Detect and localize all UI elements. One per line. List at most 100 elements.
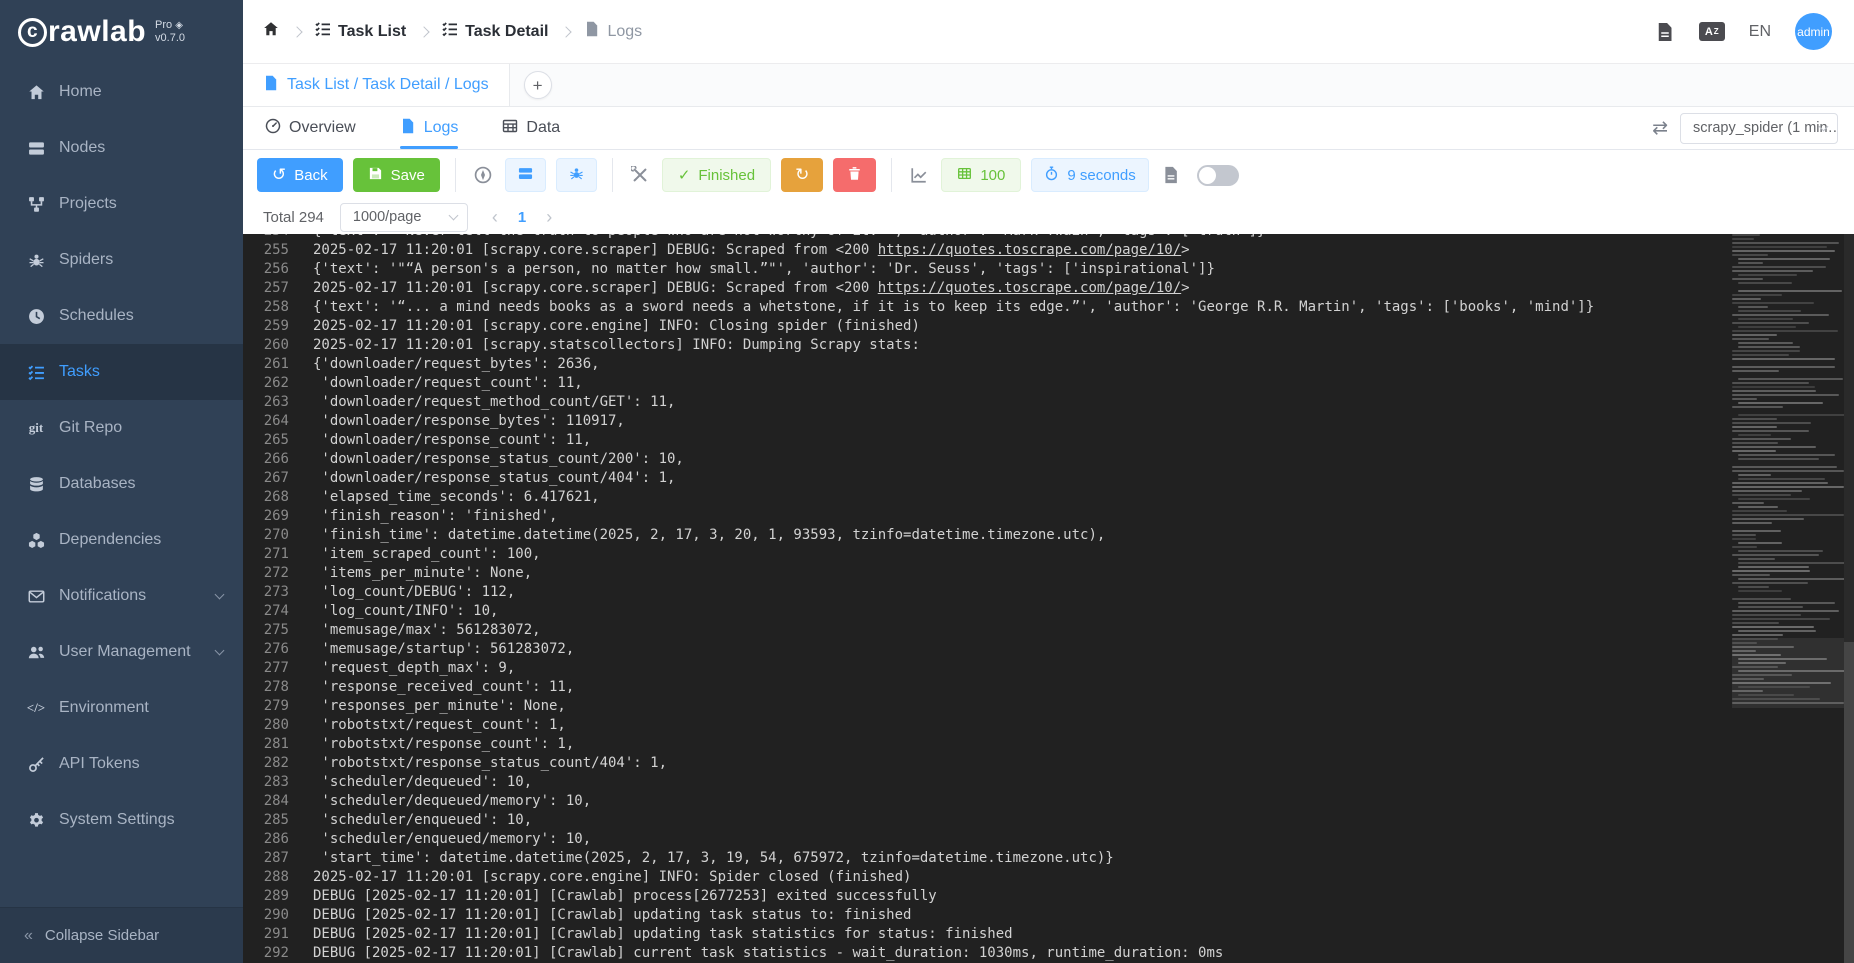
delete-button[interactable] <box>833 158 876 192</box>
minimap-line <box>1738 342 1793 344</box>
sidebar-item-projects[interactable]: Projects <box>0 176 243 232</box>
sidebar-item-home[interactable]: Home <box>0 64 243 120</box>
add-tab-button[interactable]: + <box>524 71 552 99</box>
breadcrumb-logs[interactable]: Logs <box>584 21 642 42</box>
document-icon[interactable] <box>1655 22 1675 42</box>
total-count-label: Total 294 <box>263 209 324 226</box>
line-text: 'item_scraped_count': 100, <box>313 545 541 564</box>
compass-icon[interactable] <box>471 166 495 184</box>
sidebar-menu: Home Nodes Projects Spiders Schedules Ta… <box>0 64 243 848</box>
sidebar-item-tasks[interactable]: Tasks <box>0 344 243 400</box>
minimap-line <box>1732 486 1844 488</box>
breadcrumb-task-list[interactable]: Task List <box>315 21 406 42</box>
minimap-line <box>1738 262 1763 264</box>
sidebar-item-nodes[interactable]: Nodes <box>0 120 243 176</box>
line-number: 254 <box>243 234 289 241</box>
log-line: 286 'scheduler/enqueued/memory': 10, <box>243 830 1724 849</box>
minimap-line <box>1732 366 1835 368</box>
tab-overview[interactable]: Overview <box>265 107 356 149</box>
minimap-line <box>1732 682 1831 684</box>
results-count-button[interactable]: 100 <box>941 158 1021 192</box>
minimap-line <box>1738 658 1827 660</box>
chevron-right-icon <box>561 26 572 37</box>
line-number: 273 <box>243 583 289 602</box>
sidebar-item-dependencies[interactable]: Dependencies <box>0 512 243 568</box>
sidebar-item-environment[interactable]: </> Environment <box>0 680 243 736</box>
log-line: 274 'log_count/INFO': 10, <box>243 602 1724 621</box>
node-button[interactable] <box>505 158 546 192</box>
chevron-down-icon <box>215 646 225 656</box>
sidebar-item-api-tokens[interactable]: API Tokens <box>0 736 243 792</box>
minimap[interactable] <box>1732 234 1844 963</box>
log-link[interactable]: https://quotes.toscrape.com/page/10/ <box>878 242 1181 258</box>
translate-icon[interactable]: AZ <box>1699 22 1725 41</box>
scrollbar[interactable] <box>1844 234 1854 963</box>
minimap-line <box>1732 598 1791 600</box>
collapse-sidebar-button[interactable]: « Collapse Sidebar <box>0 907 243 963</box>
save-button[interactable]: Save <box>353 158 440 192</box>
duration-button[interactable]: 9 seconds <box>1031 158 1148 192</box>
minimap-line <box>1738 630 1816 632</box>
line-text: 'request_depth_max': 9, <box>313 659 515 678</box>
line-text: DEBUG [2025-02-17 11:20:01] [Crawlab] cu… <box>313 944 1223 963</box>
tab-logs[interactable]: Logs <box>400 107 459 149</box>
spider-select[interactable]: scrapy_spider (1 min… <box>1680 113 1838 144</box>
minimap-line <box>1738 566 1809 568</box>
minimap-line <box>1732 678 1764 680</box>
scrollbar-thumb[interactable] <box>1844 642 1854 963</box>
minimap-line <box>1738 506 1778 508</box>
minimap-line <box>1732 386 1815 388</box>
log-line: 268 'elapsed_time_seconds': 6.417621, <box>243 488 1724 507</box>
language-switcher[interactable]: EN <box>1749 23 1771 41</box>
minimap-line <box>1732 438 1791 440</box>
status-finished-badge[interactable]: ✓Finished <box>662 158 771 192</box>
line-number: 286 <box>243 830 289 849</box>
line-text: 'downloader/response_bytes': 110917, <box>313 412 625 431</box>
sidebar-item-spiders[interactable]: Spiders <box>0 232 243 288</box>
page-size-select[interactable]: 1000/page <box>340 203 468 232</box>
tools-icon[interactable] <box>628 166 652 184</box>
sidebar-item-system-settings[interactable]: System Settings <box>0 792 243 848</box>
breadcrumb-task-detail[interactable]: Task Detail <box>442 21 548 42</box>
check-icon: ✓ <box>678 166 691 184</box>
tab-data[interactable]: Data <box>502 107 560 149</box>
spider-icon <box>569 166 584 185</box>
minimap-line <box>1732 690 1763 692</box>
git-icon: git <box>27 419 45 437</box>
log-console[interactable]: 254 {'text': '"Never tell the truth to p… <box>243 234 1854 963</box>
swap-icon[interactable]: ⇄ <box>1652 117 1668 140</box>
sidebar-item-user-management[interactable]: User Management <box>0 624 243 680</box>
minimap-line <box>1732 322 1809 324</box>
next-page-button[interactable]: › <box>546 208 552 226</box>
breadcrumb-home[interactable] <box>263 21 279 42</box>
sidebar-item-schedules[interactable]: Schedules <box>0 288 243 344</box>
minimap-line <box>1732 330 1838 332</box>
gem-icon: ◈ <box>175 20 183 31</box>
minimap-line <box>1738 606 1803 608</box>
log-link[interactable]: https://quotes.toscrape.com/page/10/ <box>878 280 1181 296</box>
line-text: 'downloader/response_count': 11, <box>313 431 591 450</box>
line-number: 257 <box>243 279 289 298</box>
minimap-line <box>1732 494 1791 496</box>
settings-icon <box>27 811 45 829</box>
line-text: 'elapsed_time_seconds': 6.417621, <box>313 488 600 507</box>
log-lines: 254 {'text': '"Never tell the truth to p… <box>243 234 1724 963</box>
spider-button[interactable] <box>556 158 597 192</box>
auto-update-toggle[interactable] <box>1197 165 1239 186</box>
avatar[interactable]: admin <box>1795 13 1832 50</box>
back-button[interactable]: ↺Back <box>257 158 343 192</box>
tab-task-list-detail-logs[interactable]: Task List / Task Detail / Logs <box>243 64 510 106</box>
prev-page-button[interactable]: ‹ <box>492 208 498 226</box>
line-text: 'downloader/request_method_count/GET': 1… <box>313 393 675 412</box>
current-page-button[interactable]: 1 <box>518 209 526 226</box>
sidebar-item-databases[interactable]: Databases <box>0 456 243 512</box>
minimap-line <box>1732 482 1828 484</box>
app-logo[interactable]: crawlab Pro ◈ v0.7.0 <box>0 0 243 64</box>
restart-button[interactable]: ↻ <box>781 158 823 192</box>
minimap-line <box>1732 570 1810 572</box>
log-file-icon[interactable] <box>1159 166 1183 184</box>
line-chart-icon[interactable] <box>907 166 931 184</box>
sidebar-item-notifications[interactable]: Notifications <box>0 568 243 624</box>
nodes-icon <box>27 139 45 157</box>
sidebar-item-git-repo[interactable]: git Git Repo <box>0 400 243 456</box>
